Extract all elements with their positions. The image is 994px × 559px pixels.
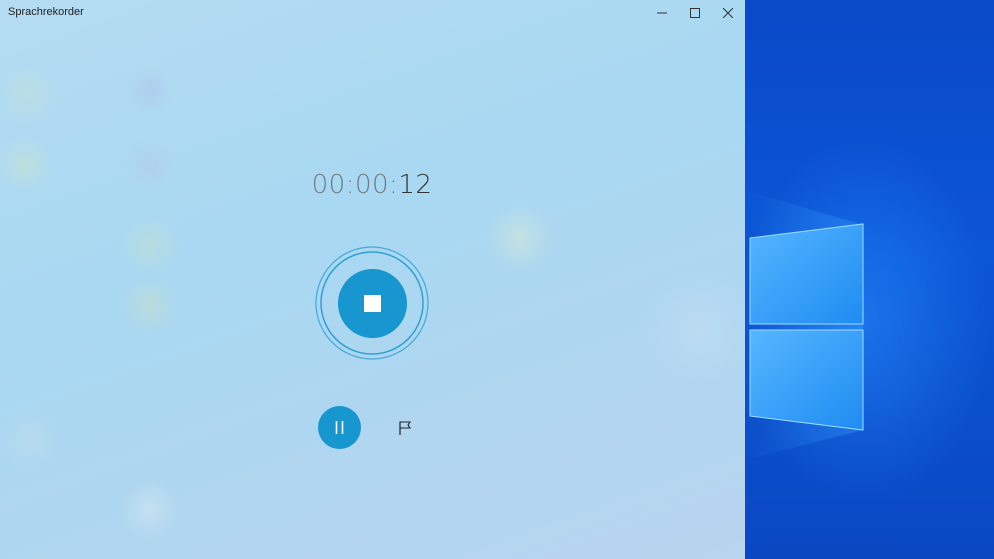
windows-logo <box>745 190 864 460</box>
desktop-background <box>745 0 994 559</box>
recording-timer: 00:00:12 <box>272 170 472 200</box>
add-marker-button[interactable] <box>389 412 421 444</box>
stop-icon <box>364 295 381 312</box>
close-button[interactable] <box>711 0 744 26</box>
flag-icon <box>399 421 412 435</box>
title-bar[interactable]: Sprachrekorder <box>0 0 745 26</box>
pause-icon <box>335 421 344 434</box>
timer-seconds: 12 <box>398 170 433 200</box>
minimize-button[interactable] <box>645 0 678 26</box>
timer-separator: : <box>389 170 399 200</box>
window-title: Sprachrekorder <box>8 6 84 18</box>
minimize-icon <box>656 12 667 14</box>
voice-recorder-window: Sprachrekorder 00:00:12 <box>0 0 745 559</box>
timer-separator: : <box>345 170 355 200</box>
timer-minutes: 00 <box>354 170 390 200</box>
pause-button[interactable] <box>318 406 361 449</box>
close-icon <box>722 8 733 18</box>
maximize-icon <box>689 8 700 18</box>
timer-hours: 00 <box>311 170 346 200</box>
maximize-button[interactable] <box>678 0 711 26</box>
stop-recording-button[interactable] <box>338 269 407 338</box>
